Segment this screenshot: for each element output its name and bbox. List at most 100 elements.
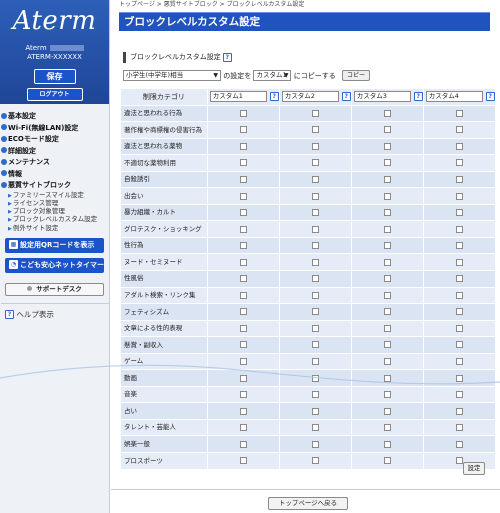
block-checkbox[interactable] — [239, 275, 247, 283]
block-checkbox[interactable] — [239, 175, 247, 183]
block-checkbox[interactable] — [311, 374, 319, 382]
menu-item-maintenance[interactable]: メンテナンス — [1, 157, 109, 169]
block-checkbox[interactable] — [311, 407, 319, 415]
block-checkbox[interactable] — [311, 209, 319, 217]
menu-item-wifi[interactable]: Wi-Fi(無線LAN)設定 — [1, 123, 109, 135]
block-checkbox[interactable] — [455, 242, 463, 250]
block-checkbox[interactable] — [239, 407, 247, 415]
block-checkbox[interactable] — [311, 109, 319, 117]
target-custom-select[interactable]: カスタム1 ▼ — [253, 70, 292, 81]
block-checkbox[interactable] — [383, 374, 391, 382]
block-checkbox[interactable] — [383, 424, 391, 432]
block-checkbox[interactable] — [383, 126, 391, 134]
block-checkbox[interactable] — [455, 357, 463, 365]
block-checkbox[interactable] — [239, 159, 247, 167]
block-checkbox[interactable] — [239, 258, 247, 266]
block-checkbox[interactable] — [311, 192, 319, 200]
block-checkbox[interactable] — [383, 291, 391, 299]
block-checkbox[interactable] — [311, 391, 319, 399]
block-checkbox[interactable] — [239, 142, 247, 150]
custom-name-input[interactable]: カスタム1 — [209, 91, 267, 103]
submenu-item-exception[interactable]: ▶例外サイト設定 — [1, 224, 109, 233]
block-checkbox[interactable] — [383, 209, 391, 217]
block-checkbox[interactable] — [455, 258, 463, 266]
custom-name-input[interactable]: カスタム3 — [353, 91, 411, 103]
save-button[interactable]: 保存 — [33, 69, 76, 84]
set-button[interactable]: 設定 — [463, 462, 485, 475]
block-checkbox[interactable] — [455, 192, 463, 200]
help-icon[interactable]: ? — [413, 92, 423, 102]
block-checkbox[interactable] — [311, 258, 319, 266]
block-checkbox[interactable] — [239, 308, 247, 316]
block-checkbox[interactable] — [455, 126, 463, 134]
block-checkbox[interactable] — [383, 391, 391, 399]
block-checkbox[interactable] — [455, 407, 463, 415]
block-checkbox[interactable] — [311, 357, 319, 365]
help-icon[interactable]: ? — [269, 92, 279, 102]
block-checkbox[interactable] — [455, 175, 463, 183]
block-checkbox[interactable] — [455, 225, 463, 233]
menu-item-info[interactable]: 情報 — [1, 169, 109, 181]
block-checkbox[interactable] — [383, 407, 391, 415]
support-desk-button[interactable]: サポートデスク — [5, 282, 104, 296]
block-checkbox[interactable] — [239, 109, 247, 117]
qr-code-button[interactable]: ▦ 設定用QRコードを表示 — [5, 237, 104, 253]
block-checkbox[interactable] — [239, 357, 247, 365]
menu-item-eco[interactable]: ECOモード設定 — [1, 134, 109, 146]
block-checkbox[interactable] — [455, 457, 463, 465]
block-checkbox[interactable] — [311, 275, 319, 283]
custom-name-input[interactable]: カスタム4 — [425, 91, 483, 103]
block-checkbox[interactable] — [455, 209, 463, 217]
block-checkbox[interactable] — [455, 424, 463, 432]
block-checkbox[interactable] — [239, 424, 247, 432]
help-icon[interactable]: ? — [222, 52, 232, 62]
block-checkbox[interactable] — [383, 242, 391, 250]
block-checkbox[interactable] — [455, 275, 463, 283]
block-checkbox[interactable] — [239, 440, 247, 448]
help-icon[interactable]: ? — [341, 92, 351, 102]
block-checkbox[interactable] — [311, 440, 319, 448]
block-checkbox[interactable] — [455, 142, 463, 150]
block-checkbox[interactable] — [311, 291, 319, 299]
block-checkbox[interactable] — [239, 209, 247, 217]
block-checkbox[interactable] — [455, 374, 463, 382]
block-checkbox[interactable] — [311, 159, 319, 167]
block-checkbox[interactable] — [383, 175, 391, 183]
block-checkbox[interactable] — [239, 291, 247, 299]
block-checkbox[interactable] — [239, 126, 247, 134]
block-checkbox[interactable] — [311, 142, 319, 150]
block-checkbox[interactable] — [311, 308, 319, 316]
menu-item-advanced[interactable]: 詳細設定 — [1, 146, 109, 158]
block-checkbox[interactable] — [383, 192, 391, 200]
menu-item-basic[interactable]: 基本設定 — [1, 111, 109, 123]
block-checkbox[interactable] — [239, 374, 247, 382]
block-checkbox[interactable] — [455, 159, 463, 167]
block-checkbox[interactable] — [311, 126, 319, 134]
block-checkbox[interactable] — [311, 324, 319, 332]
block-checkbox[interactable] — [239, 192, 247, 200]
block-checkbox[interactable] — [455, 109, 463, 117]
block-checkbox[interactable] — [311, 424, 319, 432]
block-checkbox[interactable] — [383, 357, 391, 365]
block-checkbox[interactable] — [383, 159, 391, 167]
block-checkbox[interactable] — [383, 308, 391, 316]
block-checkbox[interactable] — [455, 324, 463, 332]
block-checkbox[interactable] — [311, 242, 319, 250]
source-level-select[interactable]: 小学生(中学年)相当 ▼ — [123, 70, 221, 81]
block-checkbox[interactable] — [239, 324, 247, 332]
block-checkbox[interactable] — [455, 440, 463, 448]
block-checkbox[interactable] — [383, 324, 391, 332]
block-checkbox[interactable] — [239, 391, 247, 399]
block-checkbox[interactable] — [383, 142, 391, 150]
block-checkbox[interactable] — [383, 341, 391, 349]
block-checkbox[interactable] — [383, 440, 391, 448]
help-toggle[interactable]: ? ヘルプ表示 — [1, 302, 109, 320]
block-checkbox[interactable] — [239, 457, 247, 465]
block-checkbox[interactable] — [239, 242, 247, 250]
copy-button[interactable]: コピー — [341, 70, 370, 81]
block-checkbox[interactable] — [383, 225, 391, 233]
kids-timer-button[interactable]: ◔ こども安心ネットタイマー — [5, 257, 104, 273]
block-checkbox[interactable] — [383, 258, 391, 266]
block-checkbox[interactable] — [383, 457, 391, 465]
block-checkbox[interactable] — [455, 308, 463, 316]
